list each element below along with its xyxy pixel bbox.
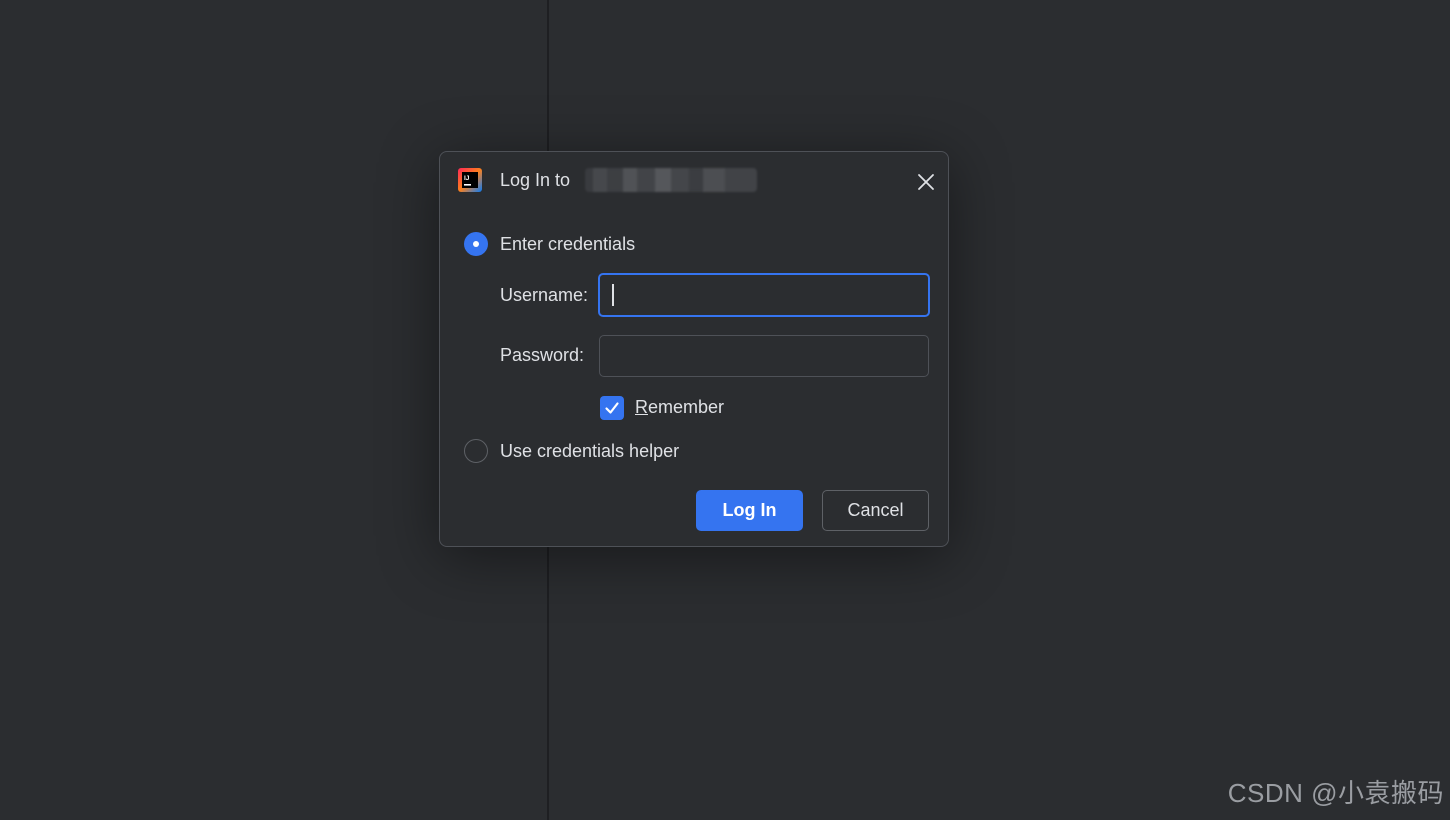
redacted-server-name	[585, 168, 757, 192]
remember-checkbox[interactable]	[600, 396, 624, 420]
intellij-idea-icon: IJ	[458, 168, 482, 192]
close-button[interactable]	[912, 168, 940, 196]
login-button[interactable]: Log In	[696, 490, 803, 531]
dialog-title: Log In to	[500, 170, 571, 190]
cancel-button[interactable]: Cancel	[822, 490, 929, 531]
login-dialog: IJ Log In to Enter credentials Username:…	[439, 151, 949, 547]
text-caret	[612, 284, 614, 306]
enter-credentials-label[interactable]: Enter credentials	[500, 234, 635, 255]
checkmark-icon	[605, 402, 619, 414]
close-icon	[918, 174, 934, 190]
remember-label-rest: emember	[648, 397, 725, 417]
password-label: Password:	[500, 345, 585, 365]
dialog-title-bar: IJ Log In to	[440, 152, 948, 208]
watermark: CSDN @小袁搬码	[1227, 778, 1444, 808]
enter-credentials-radio[interactable]	[464, 232, 488, 256]
remember-label[interactable]: Remember	[635, 397, 724, 418]
username-field[interactable]	[598, 273, 930, 317]
username-label: Username:	[500, 285, 589, 305]
svg-text:IJ: IJ	[464, 175, 470, 182]
remember-mnemonic: R	[635, 397, 648, 417]
credentials-helper-radio[interactable]	[464, 439, 488, 463]
credentials-helper-label[interactable]: Use credentials helper	[500, 441, 679, 462]
password-field[interactable]	[599, 335, 929, 377]
